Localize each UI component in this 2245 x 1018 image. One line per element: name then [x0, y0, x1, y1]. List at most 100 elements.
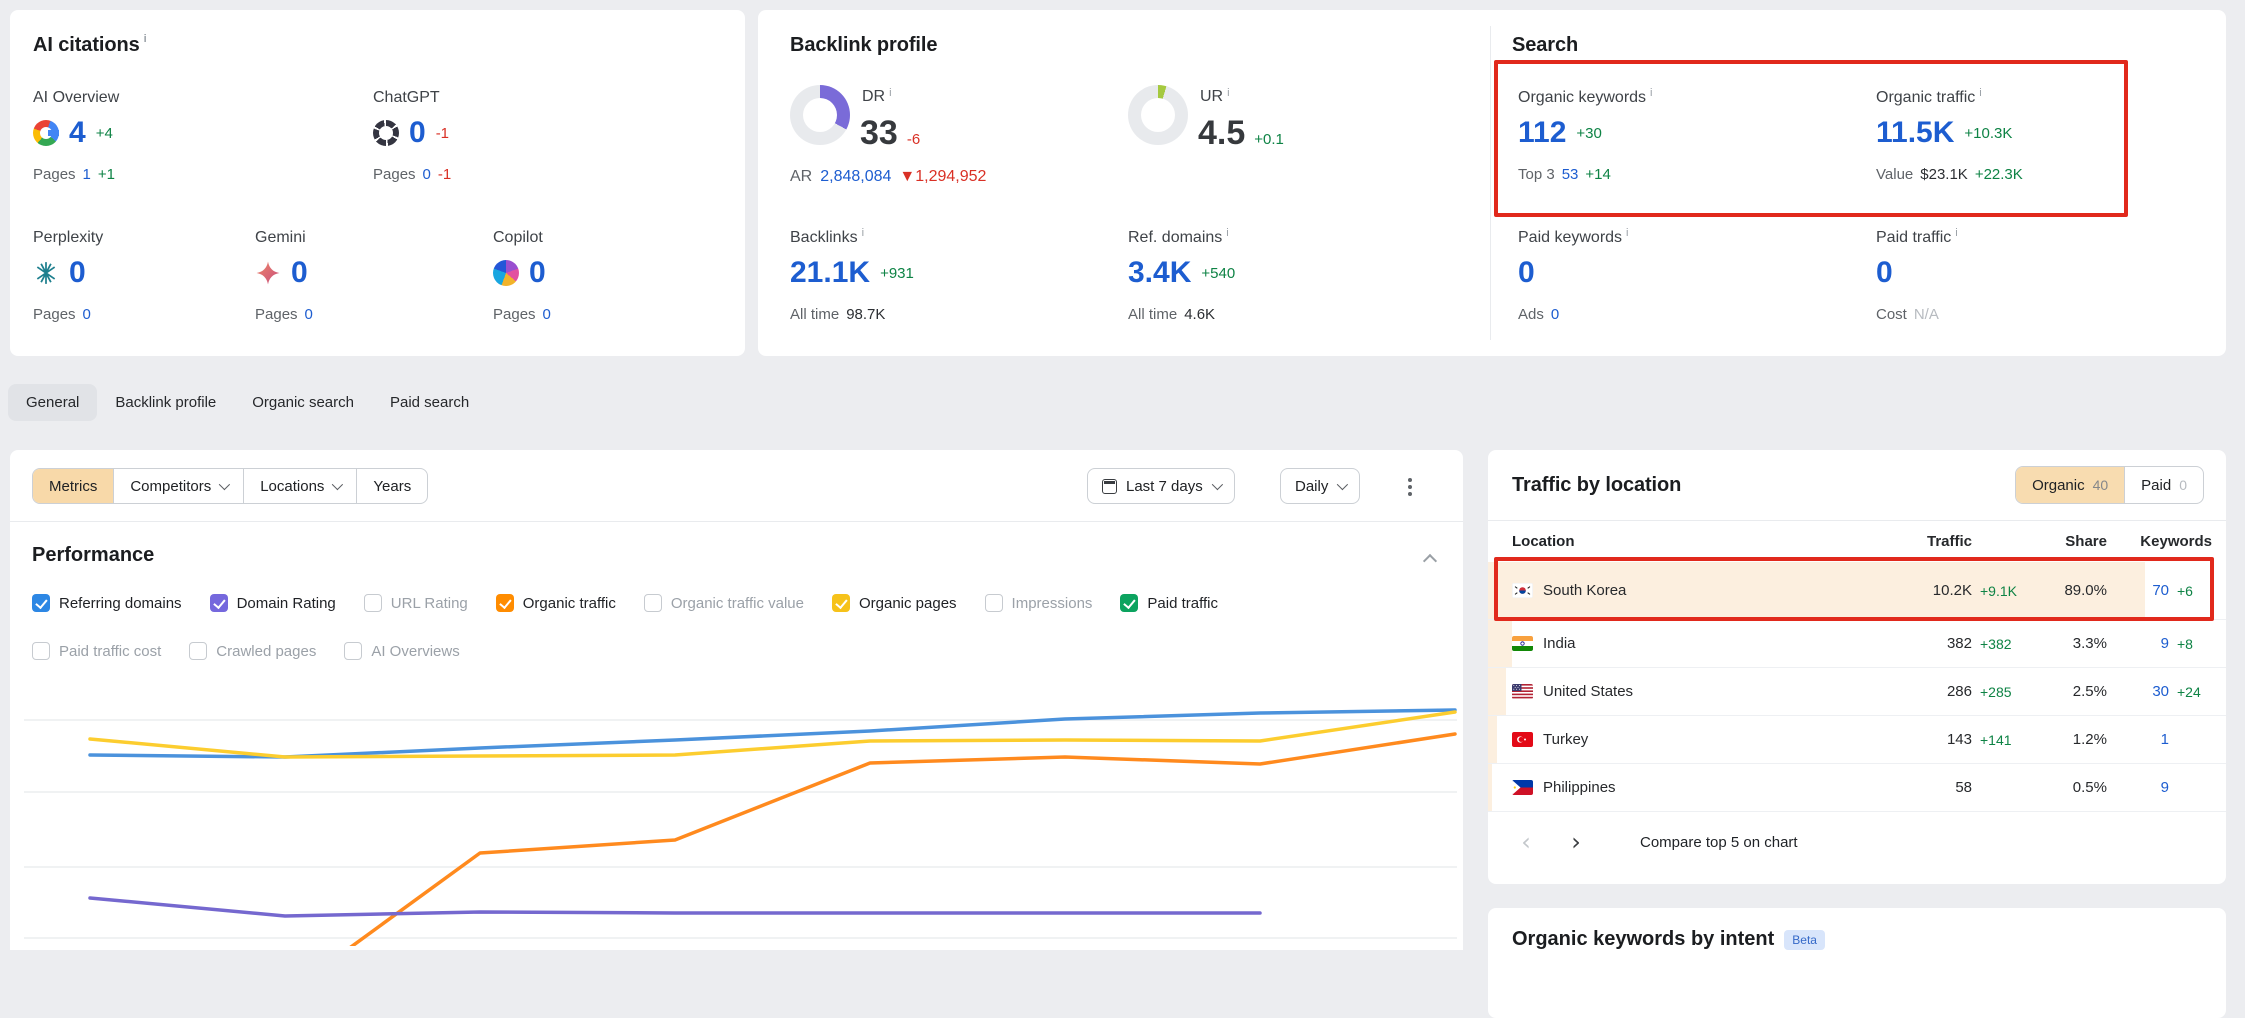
location-name: Philippines: [1543, 779, 1616, 796]
tab-general[interactable]: General: [8, 384, 97, 421]
location-name: Turkey: [1543, 731, 1588, 748]
traffic-by-location-title: Traffic by location: [1512, 474, 1681, 497]
info-icon[interactable]: [1979, 88, 1981, 98]
search-metric-organic-keywords: Organic keywords112+30Top 353+14: [1518, 88, 1848, 183]
toggle-organic[interactable]: Organic 40: [2016, 467, 2124, 503]
provider-value[interactable]: 0: [409, 116, 426, 150]
share-value: 89.0%: [2022, 582, 2107, 599]
search-metric-paid-keywords: Paid keywords0Ads0: [1518, 228, 1848, 323]
ref-domains-value-link[interactable]: 3.4K: [1128, 256, 1191, 290]
metric-value[interactable]: 0: [1518, 256, 1535, 290]
ar-rank-line: AR 2,848,084 ▼1,294,952: [790, 168, 986, 186]
checkbox-organic-traffic[interactable]: Organic traffic: [496, 594, 616, 612]
share-value: 3.3%: [2022, 635, 2107, 652]
previous-page-chevron-icon[interactable]: ‹: [1512, 826, 1540, 858]
location-name: India: [1543, 635, 1576, 652]
performance-line-chart[interactable]: [10, 690, 1463, 946]
overview-tabs: GeneralBacklink profileOrganic searchPai…: [8, 384, 487, 421]
checkbox-impressions[interactable]: Impressions: [985, 594, 1093, 612]
chatgpt-icon: [373, 120, 399, 146]
more-options-kebab-icon[interactable]: [1405, 475, 1415, 499]
traffic-value: 10.2K: [1882, 582, 1972, 599]
metric-checkbox-row-1: Referring domains Domain Rating URL Rating…: [32, 594, 1218, 612]
provider-pages-line: Pages1+1: [33, 166, 363, 183]
info-icon[interactable]: [889, 88, 891, 98]
keywords-value[interactable]: 9: [2107, 635, 2169, 652]
granularity-button[interactable]: Daily: [1280, 468, 1360, 504]
traffic-delta: +382: [1972, 636, 2022, 652]
copilot-icon: [493, 260, 519, 286]
metric-label: Paid traffic: [1876, 228, 2206, 248]
share-bar: [1488, 716, 1497, 763]
keywords-value[interactable]: 30: [2107, 683, 2169, 700]
ai-provider-chatgpt: ChatGPT0-1Pages0-1: [373, 88, 703, 183]
metric-subline: Ads0: [1518, 306, 1848, 323]
info-icon[interactable]: [1226, 228, 1228, 238]
location-row-philippines[interactable]: Philippines580.5%9: [1488, 764, 2226, 812]
provider-value[interactable]: 4: [69, 116, 86, 150]
metric-subline: CostN/A: [1876, 306, 2206, 323]
location-row-united-states[interactable]: United States286+2852.5%30+24: [1488, 668, 2226, 716]
checkbox-ai-overviews[interactable]: AI Overviews: [344, 642, 459, 660]
filter-metrics-button[interactable]: Metrics: [33, 469, 114, 503]
date-range-button[interactable]: Last 7 days: [1087, 468, 1235, 504]
checkbox-referring-domains[interactable]: Referring domains: [32, 594, 182, 612]
chevron-down-icon: [1337, 479, 1348, 490]
provider-value[interactable]: 0: [69, 256, 86, 290]
checkbox-domain-rating[interactable]: Domain Rating: [210, 594, 336, 612]
tab-paid-search[interactable]: Paid search: [372, 384, 487, 421]
provider-label: AI Overview: [33, 88, 363, 108]
traffic-delta: +9.1K: [1972, 583, 2022, 599]
next-page-chevron-icon[interactable]: ›: [1562, 826, 1590, 858]
provider-value[interactable]: 0: [529, 256, 546, 290]
section-divider: [1490, 26, 1491, 340]
metric-value[interactable]: 11.5K: [1876, 116, 1954, 150]
tab-organic-search[interactable]: Organic search: [234, 384, 372, 421]
compare-top5-link[interactable]: Compare top 5 on chart: [1640, 834, 1798, 851]
intent-title: Organic keywords by intent: [1512, 928, 1774, 951]
filter-segmented-control: MetricsCompetitorsLocationsYears: [32, 468, 428, 504]
provider-value[interactable]: 0: [291, 256, 308, 290]
tab-backlink-profile[interactable]: Backlink profile: [97, 384, 234, 421]
checkbox-crawled-pages[interactable]: Crawled pages: [189, 642, 316, 660]
flag-turkey: [1512, 732, 1533, 747]
info-icon[interactable]: [1955, 228, 1957, 238]
checkbox-paid-traffic-cost[interactable]: Paid traffic cost: [32, 642, 161, 660]
checkbox-url-rating[interactable]: URL Rating: [364, 594, 468, 612]
collapse-chevron-up-icon[interactable]: [1423, 554, 1437, 568]
backlink-and-search-card: Backlink profile DR 33 -6 AR 2,848,084 ▼…: [758, 10, 2226, 356]
info-icon[interactable]: [862, 228, 864, 238]
traffic-value: 286: [1882, 683, 1972, 700]
info-icon[interactable]: [1227, 88, 1229, 98]
organic-paid-toggle: Organic 40 Paid 0: [2015, 466, 2204, 504]
filter-competitors-button[interactable]: Competitors: [114, 469, 244, 503]
keywords-value[interactable]: 1: [2107, 731, 2169, 748]
search-title: Search: [1512, 34, 1578, 57]
performance-card: MetricsCompetitorsLocationsYears Last 7 …: [10, 450, 1463, 950]
metric-value[interactable]: 0: [1876, 256, 1893, 290]
ar-value-link[interactable]: 2,848,084: [820, 168, 891, 186]
info-icon[interactable]: [1626, 228, 1628, 238]
traffic-value: 382: [1882, 635, 1972, 652]
location-row-turkey[interactable]: Turkey143+1411.2%1: [1488, 716, 2226, 764]
metric-value[interactable]: 112: [1518, 116, 1566, 150]
location-row-south-korea[interactable]: South Korea10.2K+9.1K89.0%70+6: [1488, 562, 2226, 620]
gemini-icon: [255, 260, 281, 286]
locations-table-header: Location Traffic Share Keywords: [1488, 520, 2226, 562]
keywords-value[interactable]: 70: [2107, 582, 2169, 599]
filter-locations-button[interactable]: Locations: [244, 469, 357, 503]
checkbox-paid-traffic[interactable]: Paid traffic: [1120, 594, 1218, 612]
traffic-value: 143: [1882, 731, 1972, 748]
location-row-india[interactable]: India382+3823.3%9+8: [1488, 620, 2226, 668]
checkbox-organic-pages[interactable]: Organic pages: [832, 594, 957, 612]
ai-provider-ai-overview: AI Overview4+4Pages1+1: [33, 88, 363, 183]
dr-label: DR: [862, 88, 892, 106]
info-icon[interactable]: [144, 34, 147, 44]
checkbox-organic-traffic-value[interactable]: Organic traffic value: [644, 594, 804, 612]
toggle-paid[interactable]: Paid 0: [2124, 467, 2203, 503]
keywords-value[interactable]: 9: [2107, 779, 2169, 796]
filter-years-button[interactable]: Years: [357, 469, 427, 503]
backlinks-value-link[interactable]: 21.1K: [790, 256, 870, 290]
info-icon[interactable]: [1650, 88, 1652, 98]
share-value: 0.5%: [2022, 779, 2107, 796]
